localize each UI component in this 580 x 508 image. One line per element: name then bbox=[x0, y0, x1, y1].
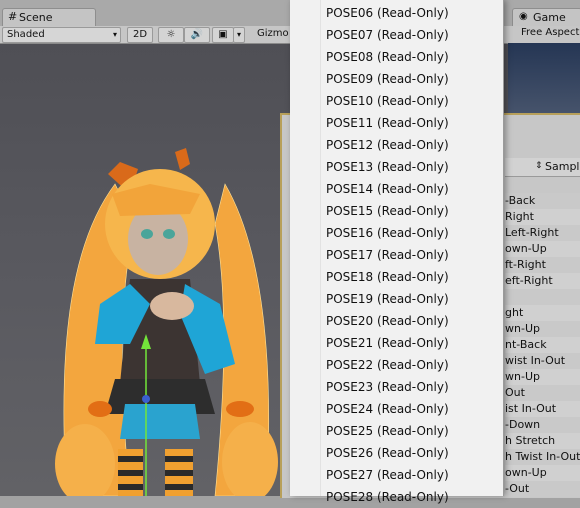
menu-item[interactable]: POSE21 (Read-Only) bbox=[326, 332, 501, 354]
effects-toggle-button[interactable]: ▣ bbox=[212, 27, 234, 43]
gizmos-dropdown[interactable]: Gizmo bbox=[254, 27, 295, 41]
image-icon: ▣ bbox=[218, 29, 228, 40]
property-row[interactable]: own-Up bbox=[505, 241, 580, 257]
tab-game[interactable]: ◉ Game bbox=[512, 8, 580, 27]
property-row[interactable]: h Twist In-Out bbox=[505, 449, 580, 465]
shading-mode-dropdown[interactable]: Shaded ▾ bbox=[2, 27, 121, 43]
property-list-header: ⇕ Sample bbox=[505, 158, 580, 177]
sun-icon: ☼ bbox=[166, 29, 176, 40]
aspect-dropdown[interactable]: Free Aspect bbox=[521, 27, 579, 38]
menu-item[interactable]: POSE25 (Read-Only) bbox=[326, 420, 501, 442]
lighting-toggle-button[interactable]: ☼ bbox=[158, 27, 184, 43]
speaker-icon: 🔊 bbox=[190, 29, 204, 40]
sample-column-label: Sample bbox=[545, 160, 580, 173]
property-row[interactable]: wn-Up bbox=[505, 369, 580, 385]
menu-item[interactable]: POSE11 (Read-Only) bbox=[326, 112, 501, 134]
menu-item[interactable]: POSE28 (Read-Only) bbox=[326, 486, 501, 508]
menu-item[interactable]: POSE19 (Read-Only) bbox=[326, 288, 501, 310]
property-row[interactable]: own-Up bbox=[505, 465, 580, 481]
menu-item[interactable]: POSE14 (Read-Only) bbox=[326, 178, 501, 200]
menu-item[interactable]: POSE09 (Read-Only) bbox=[326, 68, 501, 90]
menu-item[interactable]: POSE20 (Read-Only) bbox=[326, 310, 501, 332]
menu-item[interactable]: POSE26 (Read-Only) bbox=[326, 442, 501, 464]
menu-item[interactable]: POSE15 (Read-Only) bbox=[326, 200, 501, 222]
property-row[interactable]: h Stretch bbox=[505, 433, 580, 449]
property-row[interactable]: Out bbox=[505, 385, 580, 401]
menu-item[interactable]: POSE06 (Read-Only) bbox=[326, 2, 501, 24]
scene-tab-label: Scene bbox=[19, 11, 53, 24]
property-row[interactable]: ght bbox=[505, 305, 580, 321]
effects-dropdown[interactable]: ▾ bbox=[233, 27, 245, 43]
sort-arrows-icon: ⇕ bbox=[535, 161, 543, 171]
menu-item[interactable]: POSE18 (Read-Only) bbox=[326, 266, 501, 288]
grid-icon: # bbox=[8, 10, 18, 23]
2d-toggle-button[interactable]: 2D bbox=[127, 27, 153, 43]
property-row[interactable]: Right bbox=[505, 209, 580, 225]
gamepad-icon: ◉ bbox=[519, 11, 528, 22]
menu-item[interactable]: POSE07 (Read-Only) bbox=[326, 24, 501, 46]
property-row[interactable]: wist In-Out bbox=[505, 353, 580, 369]
menu-item[interactable]: POSE22 (Read-Only) bbox=[326, 354, 501, 376]
property-row[interactable] bbox=[505, 289, 580, 305]
menu-item[interactable]: POSE17 (Read-Only) bbox=[326, 244, 501, 266]
property-row[interactable]: nt-Back bbox=[505, 337, 580, 353]
menu-item[interactable]: POSE10 (Read-Only) bbox=[326, 90, 501, 112]
game-tab-label: Game bbox=[533, 11, 566, 24]
game-view bbox=[508, 43, 580, 113]
tab-scene[interactable]: # Scene bbox=[2, 8, 96, 27]
property-row[interactable]: -Out bbox=[505, 481, 580, 497]
chevron-down-icon: ▾ bbox=[236, 30, 241, 39]
audio-toggle-button[interactable]: 🔊 bbox=[184, 27, 210, 43]
menu-item[interactable]: POSE27 (Read-Only) bbox=[326, 464, 501, 486]
property-row[interactable]: ft-Right bbox=[505, 257, 580, 273]
property-row[interactable]: ist In-Out bbox=[505, 401, 580, 417]
property-row[interactable]: Left-Right bbox=[505, 225, 580, 241]
chevron-down-icon: ▾ bbox=[112, 30, 117, 39]
menu-item[interactable]: POSE16 (Read-Only) bbox=[326, 222, 501, 244]
shading-mode-value: Shaded bbox=[7, 29, 45, 40]
menu-item[interactable]: POSE08 (Read-Only) bbox=[326, 46, 501, 68]
menu-check-gutter bbox=[290, 0, 321, 496]
menu-item[interactable]: POSE12 (Read-Only) bbox=[326, 134, 501, 156]
menu-item[interactable]: POSE23 (Read-Only) bbox=[326, 376, 501, 398]
menu-item[interactable]: POSE24 (Read-Only) bbox=[326, 398, 501, 420]
game-toolbar: Free Aspect bbox=[508, 26, 580, 44]
menu-item[interactable]: POSE13 (Read-Only) bbox=[326, 156, 501, 178]
property-row[interactable]: -Down bbox=[505, 417, 580, 433]
property-row[interactable]: wn-Up bbox=[505, 321, 580, 337]
property-row[interactable]: eft-Right bbox=[505, 273, 580, 289]
property-row[interactable]: -Back bbox=[505, 193, 580, 209]
